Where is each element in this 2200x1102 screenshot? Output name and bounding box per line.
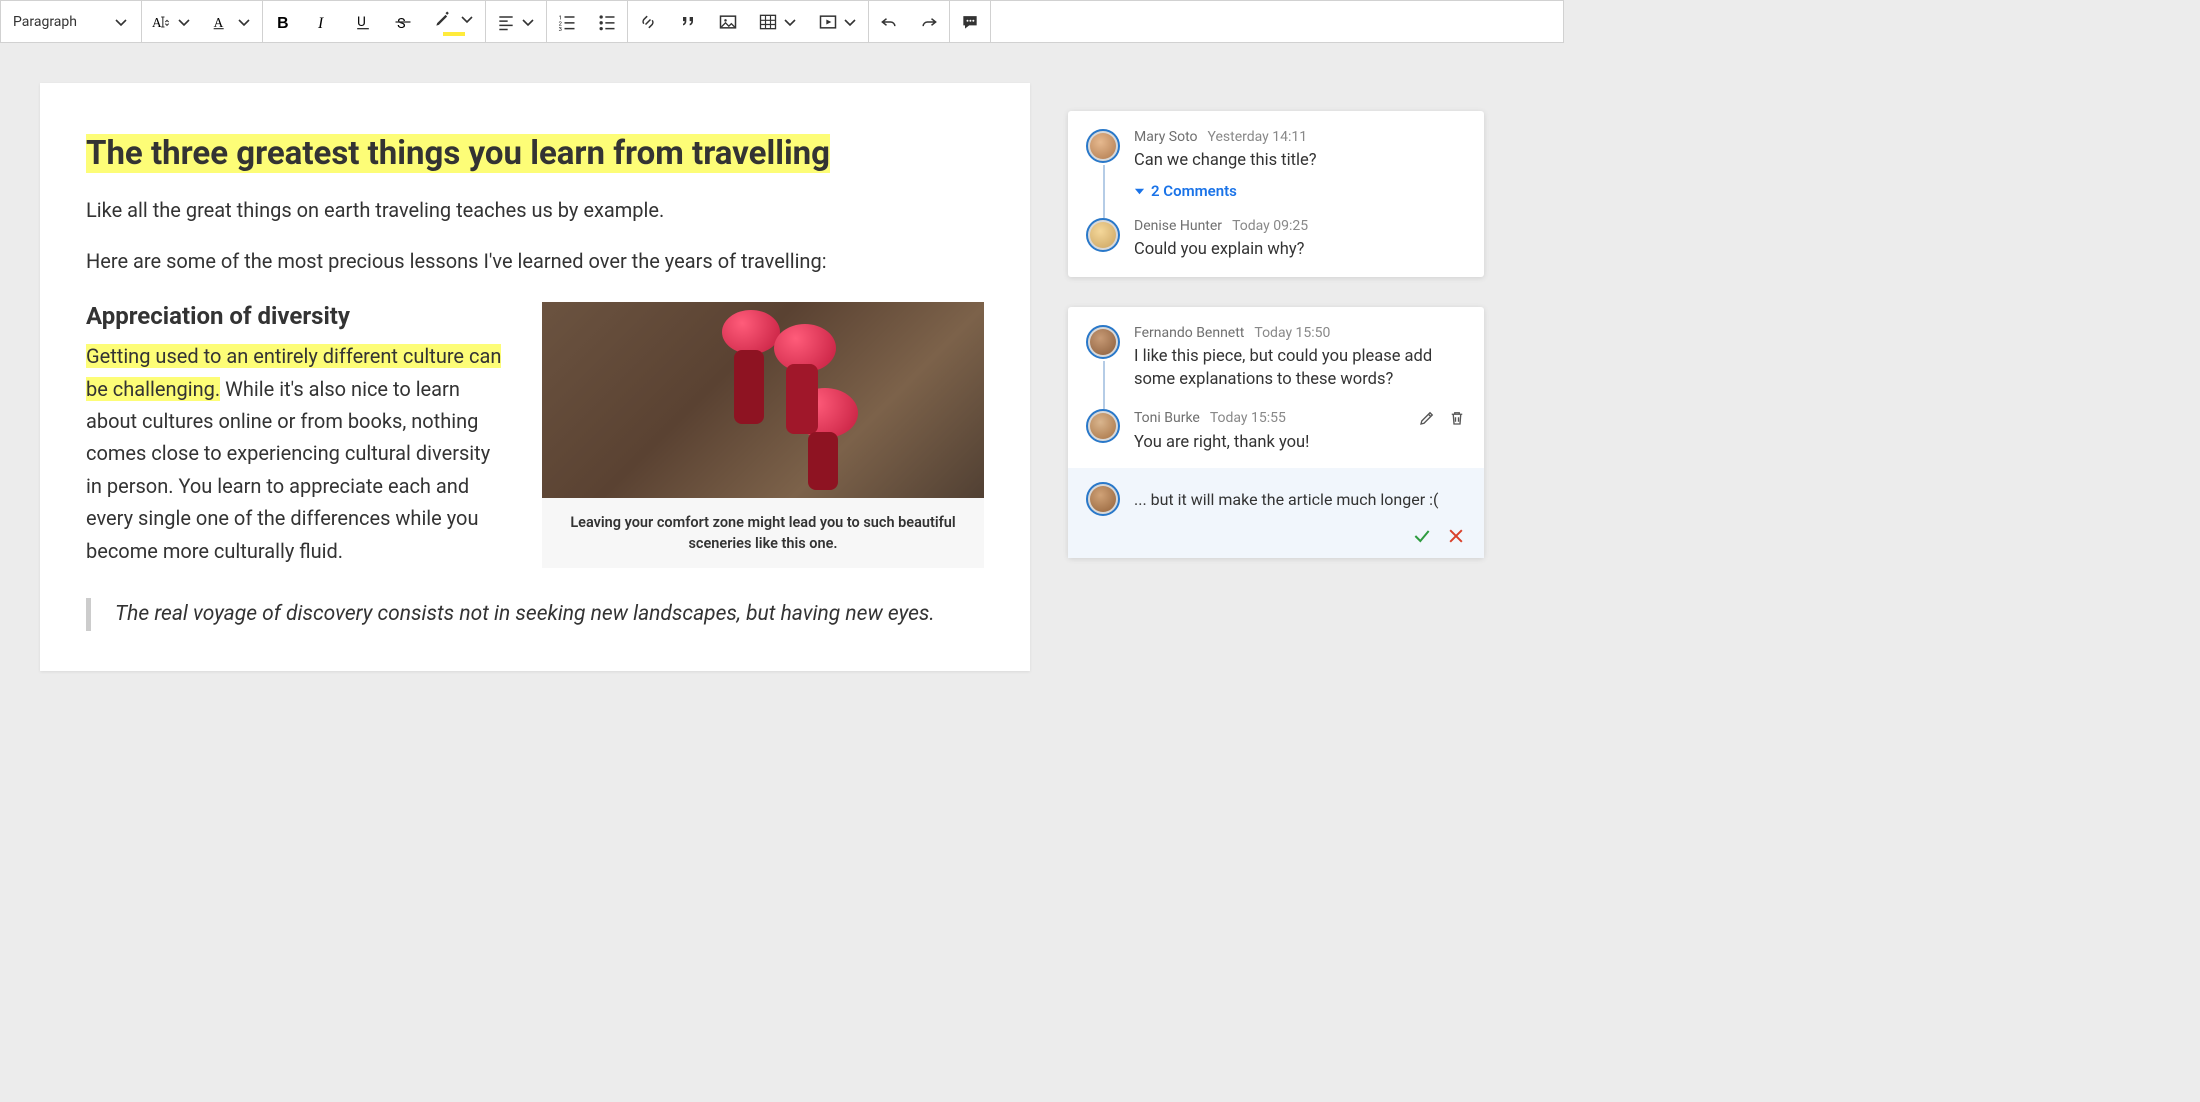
image-button[interactable] xyxy=(708,1,748,42)
toolbar-group-comments xyxy=(950,1,991,42)
toolbar-group-lists: 123 xyxy=(547,1,628,42)
redo-button[interactable] xyxy=(909,1,949,42)
bulleted-list-button[interactable] xyxy=(587,1,627,42)
doc-body-paragraph: Getting used to an entirely different cu… xyxy=(86,340,502,567)
doc-body-rest: While it's also nice to learn about cult… xyxy=(86,377,490,563)
font-family-dropdown[interactable]: A xyxy=(202,1,262,42)
thread-connector xyxy=(1103,361,1105,409)
block-format-dropdown[interactable]: Paragraph xyxy=(1,1,141,42)
toolbar-group-insert xyxy=(628,1,869,42)
cancel-reply-icon[interactable] xyxy=(1446,526,1466,546)
document-editor[interactable]: The three greatest things you learn from… xyxy=(40,83,1030,671)
numbered-list-button[interactable]: 123 xyxy=(547,1,587,42)
comment-time: Yesterday 14:11 xyxy=(1208,129,1308,145)
comment-thread-1[interactable]: Mary Soto Yesterday 14:11 Can we change … xyxy=(1068,111,1484,277)
comment-text: You are right, thank you! xyxy=(1134,431,1466,454)
replies-count-label: 2 Comments xyxy=(1151,182,1237,200)
doc-blockquote: The real voyage of discovery consists no… xyxy=(86,598,984,631)
svg-text:A: A xyxy=(152,15,162,30)
svg-text:U: U xyxy=(357,15,366,30)
link-button[interactable] xyxy=(628,1,668,42)
avatar xyxy=(1086,129,1120,163)
underline-button[interactable]: U xyxy=(343,1,383,42)
doc-figure-caption: Leaving your comfort zone might lead you… xyxy=(542,498,984,568)
toolbar-group-align xyxy=(486,1,547,42)
svg-text:I: I xyxy=(317,14,324,31)
add-comment-button[interactable] xyxy=(950,1,990,42)
doc-image[interactable] xyxy=(542,302,984,498)
doc-title-text: The three greatest things you learn from… xyxy=(86,134,830,173)
doc-figure: Leaving your comfort zone might lead you… xyxy=(542,302,984,568)
svg-text:3: 3 xyxy=(559,27,562,32)
comment-item: Fernando Bennett Today 15:50 I like this… xyxy=(1086,325,1466,391)
comment-author: Denise Hunter xyxy=(1134,218,1222,234)
comments-sidebar: Mary Soto Yesterday 14:11 Can we change … xyxy=(1068,111,1484,558)
toolbar-group-block: Paragraph xyxy=(1,1,142,42)
workspace: The three greatest things you learn from… xyxy=(0,43,1564,671)
replies-toggle[interactable]: 2 Comments xyxy=(1134,182,1466,200)
doc-section-heading: Appreciation of diversity xyxy=(86,302,502,330)
comment-reply-box: ... but it will make the article much lo… xyxy=(1068,468,1484,558)
italic-button[interactable]: I xyxy=(303,1,343,42)
confirm-reply-icon[interactable] xyxy=(1412,526,1432,546)
strikethrough-button[interactable]: S xyxy=(383,1,423,42)
reply-draft-text[interactable]: ... but it will make the article much lo… xyxy=(1134,490,1438,509)
comment-item: Mary Soto Yesterday 14:11 Can we change … xyxy=(1086,129,1466,200)
thread-connector xyxy=(1103,165,1105,218)
toolbar-group-font: A A xyxy=(142,1,263,42)
caret-down-icon xyxy=(1134,186,1145,197)
comment-item: Denise Hunter Today 09:25 Could you expl… xyxy=(1086,218,1466,261)
comment-time: Today 09:25 xyxy=(1232,218,1308,234)
avatar xyxy=(1086,218,1120,252)
bold-button[interactable]: B xyxy=(263,1,303,42)
comment-author: Toni Burke xyxy=(1134,410,1200,426)
comment-time: Today 15:55 xyxy=(1210,410,1286,426)
edit-comment-icon[interactable] xyxy=(1418,409,1436,427)
chevron-down-icon xyxy=(113,14,129,30)
doc-intro-2: Here are some of the most precious lesso… xyxy=(86,247,984,276)
comment-thread-2[interactable]: Fernando Bennett Today 15:50 I like this… xyxy=(1068,307,1484,558)
svg-text:B: B xyxy=(277,14,288,31)
comment-text: Could you explain why? xyxy=(1134,238,1466,261)
highlight-dropdown[interactable] xyxy=(423,1,485,42)
highlight-color-indicator xyxy=(443,32,465,36)
reply-draft-row: ... but it will make the article much lo… xyxy=(1086,482,1466,516)
doc-title: The three greatest things you learn from… xyxy=(86,133,984,174)
toolbar-group-basic-styles: B I U S xyxy=(263,1,486,42)
comment-text: I like this piece, but could you please … xyxy=(1134,345,1466,391)
toolbar: Paragraph A A B I U S xyxy=(0,0,1564,43)
avatar xyxy=(1086,482,1120,516)
avatar xyxy=(1086,325,1120,359)
comment-author: Fernando Bennett xyxy=(1134,325,1244,341)
reply-actions xyxy=(1086,526,1466,546)
comment-time: Today 15:50 xyxy=(1254,325,1330,341)
blockquote-button[interactable] xyxy=(668,1,708,42)
block-format-label: Paragraph xyxy=(13,14,77,30)
delete-comment-icon[interactable] xyxy=(1448,409,1466,427)
undo-button[interactable] xyxy=(869,1,909,42)
comment-text: Can we change this title? xyxy=(1134,149,1466,172)
comment-author: Mary Soto xyxy=(1134,129,1198,145)
toolbar-group-history xyxy=(869,1,950,42)
svg-text:A: A xyxy=(214,15,224,30)
doc-body-row: Appreciation of diversity Getting used t… xyxy=(86,302,984,568)
media-dropdown[interactable] xyxy=(808,1,868,42)
doc-intro-1: Like all the great things on earth trave… xyxy=(86,196,984,225)
alignment-dropdown[interactable] xyxy=(486,1,546,42)
comment-item: Toni Burke Today 15:55 You are right, th… xyxy=(1086,409,1466,454)
svg-text:S: S xyxy=(397,15,405,31)
avatar xyxy=(1086,409,1120,443)
font-size-dropdown[interactable]: A xyxy=(142,1,202,42)
table-dropdown[interactable] xyxy=(748,1,808,42)
doc-body-column: Appreciation of diversity Getting used t… xyxy=(86,302,502,568)
comment-actions xyxy=(1418,409,1466,427)
